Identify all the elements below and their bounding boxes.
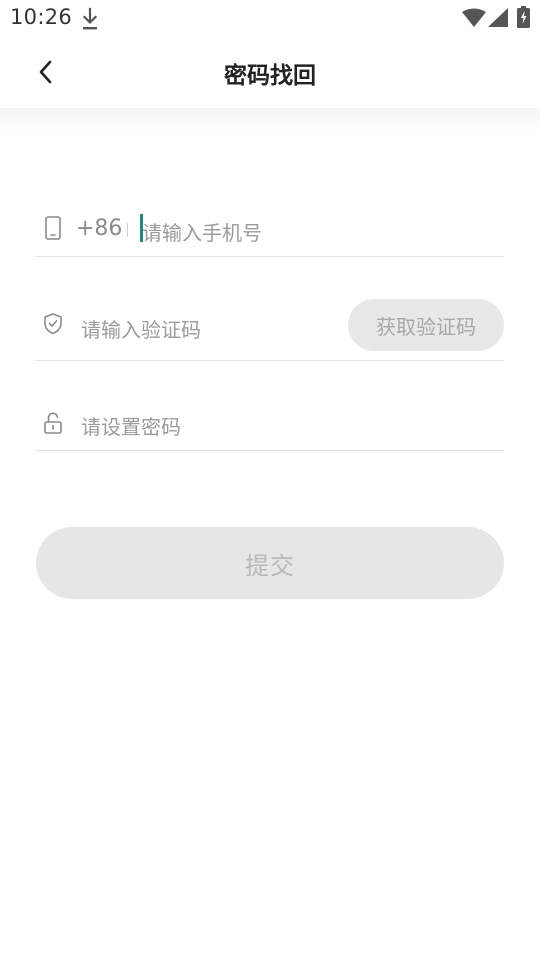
verification-code-row[interactable]: 请输入验证码 获取验证码 [36, 296, 504, 361]
mobile-phone-icon [45, 216, 61, 240]
submit-button[interactable]: 提交 [36, 527, 504, 599]
verification-code-input[interactable]: 请输入验证码 [81, 314, 201, 343]
password-input[interactable]: 请设置密码 [81, 411, 181, 440]
signal-icon [488, 8, 508, 27]
phone-input[interactable]: 请输入手机号 [142, 217, 262, 246]
password-recovery-screen: 10:26 密码找回 +86 请输入手机号 请输入验证码 获取验证码 请设置密码… [0, 0, 540, 960]
get-code-button[interactable]: 获取验证码 [348, 299, 504, 351]
page-title: 密码找回 [224, 63, 316, 89]
country-code-divider [127, 223, 128, 237]
battery-icon [517, 6, 530, 28]
password-input-row[interactable]: 请设置密码 [36, 394, 504, 451]
status-bar: 10:26 [0, 0, 540, 36]
country-code[interactable]: +86 [76, 216, 122, 241]
app-header: 密码找回 [0, 36, 540, 108]
shield-check-icon [44, 313, 62, 335]
phone-input-row[interactable]: +86 请输入手机号 [36, 200, 504, 257]
status-time: 10:26 [10, 5, 73, 29]
download-icon [82, 7, 98, 30]
header-shadow [0, 108, 540, 134]
lock-icon [44, 412, 62, 434]
wifi-icon [462, 8, 486, 27]
